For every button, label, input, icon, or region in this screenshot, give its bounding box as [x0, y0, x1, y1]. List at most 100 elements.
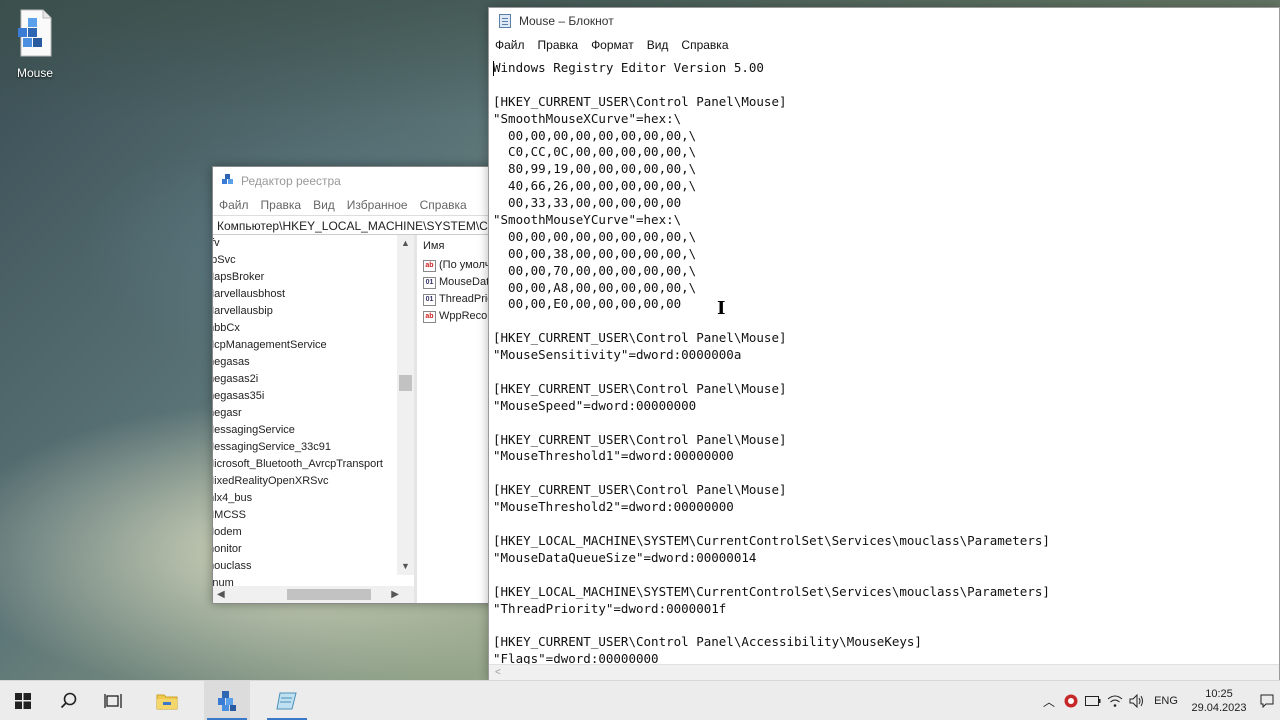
tree-item[interactable]: megasas	[213, 354, 399, 371]
language-indicator[interactable]: ENG	[1148, 681, 1184, 720]
scroll-up-icon[interactable]: ▲	[397, 235, 414, 252]
text-line: 80,99,19,00,00,00,00,00,\	[493, 161, 697, 177]
start-button[interactable]	[0, 681, 46, 720]
notepad-window[interactable]: Mouse – Блокнот Файл Правка Формат Вид С…	[488, 7, 1280, 683]
text-line: "MouseSensitivity"=dword:0000000a	[493, 347, 742, 363]
notepad-menu-edit[interactable]: Правка	[538, 38, 579, 52]
regedit-menu-favorites[interactable]: Избранное	[347, 198, 408, 212]
notepad-menu-file[interactable]: Файл	[495, 38, 525, 52]
text-line: 00,33,33,00,00,00,00,00	[493, 195, 682, 211]
volume-icon[interactable]	[1126, 681, 1148, 720]
notepad-menu-view[interactable]: Вид	[647, 38, 669, 52]
ibeam-cursor-icon: I	[717, 298, 726, 319]
notepad-menu-format[interactable]: Формат	[591, 38, 634, 52]
scroll-left-icon[interactable]: <	[495, 667, 501, 678]
binary-value-icon: 01	[423, 276, 436, 289]
regedit-menu-edit[interactable]: Правка	[261, 198, 302, 212]
tree-item[interactable]: monitor	[213, 541, 399, 558]
registry-file-icon	[15, 8, 55, 58]
record-app-icon[interactable]	[1060, 681, 1082, 720]
text-caret	[493, 61, 494, 76]
tree-item[interactable]: MessagingService	[213, 422, 399, 439]
text-line: "Flags"=dword:00000000	[493, 651, 659, 664]
text-line	[493, 567, 1275, 584]
text-line	[493, 415, 1275, 432]
task-view-button[interactable]	[90, 681, 136, 720]
tree-horizontal-scrollbar[interactable]: ◀ ▶	[213, 586, 414, 603]
tree-vertical-scrollbar[interactable]: ▲ ▼	[397, 235, 414, 575]
text-line	[493, 313, 1275, 330]
text-line: [HKEY_LOCAL_MACHINE\SYSTEM\CurrentContro…	[493, 532, 1050, 548]
notepad-app-icon	[499, 14, 511, 28]
regedit-menu-file[interactable]: Файл	[219, 198, 249, 212]
notepad-icon	[276, 692, 297, 710]
notepad-menu-help[interactable]: Справка	[681, 38, 728, 52]
system-tray: ︿ ENG 10:25 29.04.2023	[1038, 681, 1280, 720]
tree-item[interactable]: apSvc	[213, 252, 399, 269]
tree-item[interactable]: MMCSS	[213, 507, 399, 524]
text-line: C0,CC,0C,00,00,00,00,00,\	[493, 144, 697, 160]
notepad-title: Mouse – Блокнот	[519, 14, 614, 28]
text-line: [HKEY_CURRENT_USER\Control Panel\Accessi…	[493, 634, 922, 650]
file-explorer-button[interactable]	[144, 681, 190, 720]
text-line: [HKEY_CURRENT_USER\Control Panel\Mouse]	[493, 93, 787, 109]
tree-item[interactable]: mouclass	[213, 558, 399, 575]
text-line: 00,00,E0,00,00,00,00,00	[493, 296, 682, 312]
tree-item[interactable]: gfv	[213, 235, 399, 252]
scroll-right-icon[interactable]: ▶	[391, 586, 399, 603]
registry-editor-window[interactable]: Редактор реестра Файл Правка Вид Избранн…	[212, 166, 502, 604]
regedit-title: Редактор реестра	[241, 174, 341, 188]
file-explorer-icon	[156, 694, 178, 710]
notepad-titlebar[interactable]: Mouse – Блокнот	[489, 8, 1279, 34]
tree-item[interactable]: Marvellausbip	[213, 303, 399, 320]
tree-item[interactable]: Marvellausbhost	[213, 286, 399, 303]
tree-item[interactable]: megasr	[213, 405, 399, 422]
regedit-key-tree[interactable]: gfvapSvcMapsBrokerMarvellausbhostMarvell…	[213, 235, 417, 603]
tree-item[interactable]: MixedRealityOpenXRSvc	[213, 473, 399, 490]
text-line: "MouseDataQueueSize"=dword:00000014	[493, 549, 757, 565]
scroll-thumb[interactable]	[399, 375, 412, 391]
text-line: [HKEY_CURRENT_USER\Control Panel\Mouse]	[493, 330, 787, 346]
search-button[interactable]	[46, 681, 92, 720]
tree-item[interactable]: MessagingService_33c91	[213, 439, 399, 456]
string-value-icon: ab	[423, 259, 436, 272]
clock[interactable]: 10:25 29.04.2023	[1184, 681, 1254, 720]
battery-icon[interactable]	[1082, 681, 1104, 720]
regedit-menu-help[interactable]: Справка	[420, 198, 467, 212]
text-line	[493, 465, 1275, 482]
notepad-text-area[interactable]: Windows Registry Editor Version 5.00 [HKE…	[489, 56, 1279, 664]
text-line: [HKEY_CURRENT_USER\Control Panel\Mouse]	[493, 431, 787, 447]
desktop-icon-mouse[interactable]: Mouse	[6, 8, 64, 80]
tree-item[interactable]: Modem	[213, 524, 399, 541]
tree-item[interactable]: MapsBroker	[213, 269, 399, 286]
network-icon[interactable]	[1104, 681, 1126, 720]
tree-item[interactable]: megasas35i	[213, 388, 399, 405]
tree-item[interactable]: mlx4_bus	[213, 490, 399, 507]
tree-item[interactable]: Microsoft_Bluetooth_AvrcpTransport	[213, 456, 399, 473]
scroll-left-icon[interactable]: ◀	[217, 586, 225, 603]
scroll-down-icon[interactable]: ▼	[397, 558, 414, 575]
clock-date: 29.04.2023	[1191, 702, 1247, 714]
regedit-menu-view[interactable]: Вид	[313, 198, 335, 212]
text-line: "SmoothMouseXCurve"=hex:\	[493, 110, 682, 126]
regedit-menubar: Файл Правка Вид Избранное Справка	[213, 195, 501, 215]
text-line: 00,00,00,00,00,00,00,00,\	[493, 127, 697, 143]
binary-value-icon: 01	[423, 293, 436, 306]
tree-item[interactable]: megasas2i	[213, 371, 399, 388]
regedit-titlebar[interactable]: Редактор реестра	[213, 167, 501, 195]
tree-item[interactable]: mbbCx	[213, 320, 399, 337]
notepad-taskbar-button[interactable]	[264, 681, 310, 720]
regedit-taskbar-button[interactable]	[204, 681, 250, 720]
text-line: [HKEY_CURRENT_USER\Control Panel\Mouse]	[493, 380, 787, 396]
text-line: "MouseThreshold1"=dword:00000000	[493, 448, 734, 464]
tree-item[interactable]: McpManagementService	[213, 337, 399, 354]
text-line	[493, 617, 1275, 634]
search-icon	[60, 692, 77, 709]
hscroll-thumb[interactable]	[287, 589, 371, 600]
regedit-address-bar[interactable]: Компьютер\HKEY_LOCAL_MACHINE\SYSTEM\Curr…	[213, 215, 501, 235]
show-hidden-icons-icon[interactable]: ︿	[1038, 681, 1060, 720]
text-line: "ThreadPriority"=dword:0000001f	[493, 600, 727, 616]
notifications-icon[interactable]	[1254, 681, 1280, 720]
text-line: 00,00,00,00,00,00,00,00,\	[493, 228, 697, 244]
task-view-icon	[104, 694, 122, 708]
